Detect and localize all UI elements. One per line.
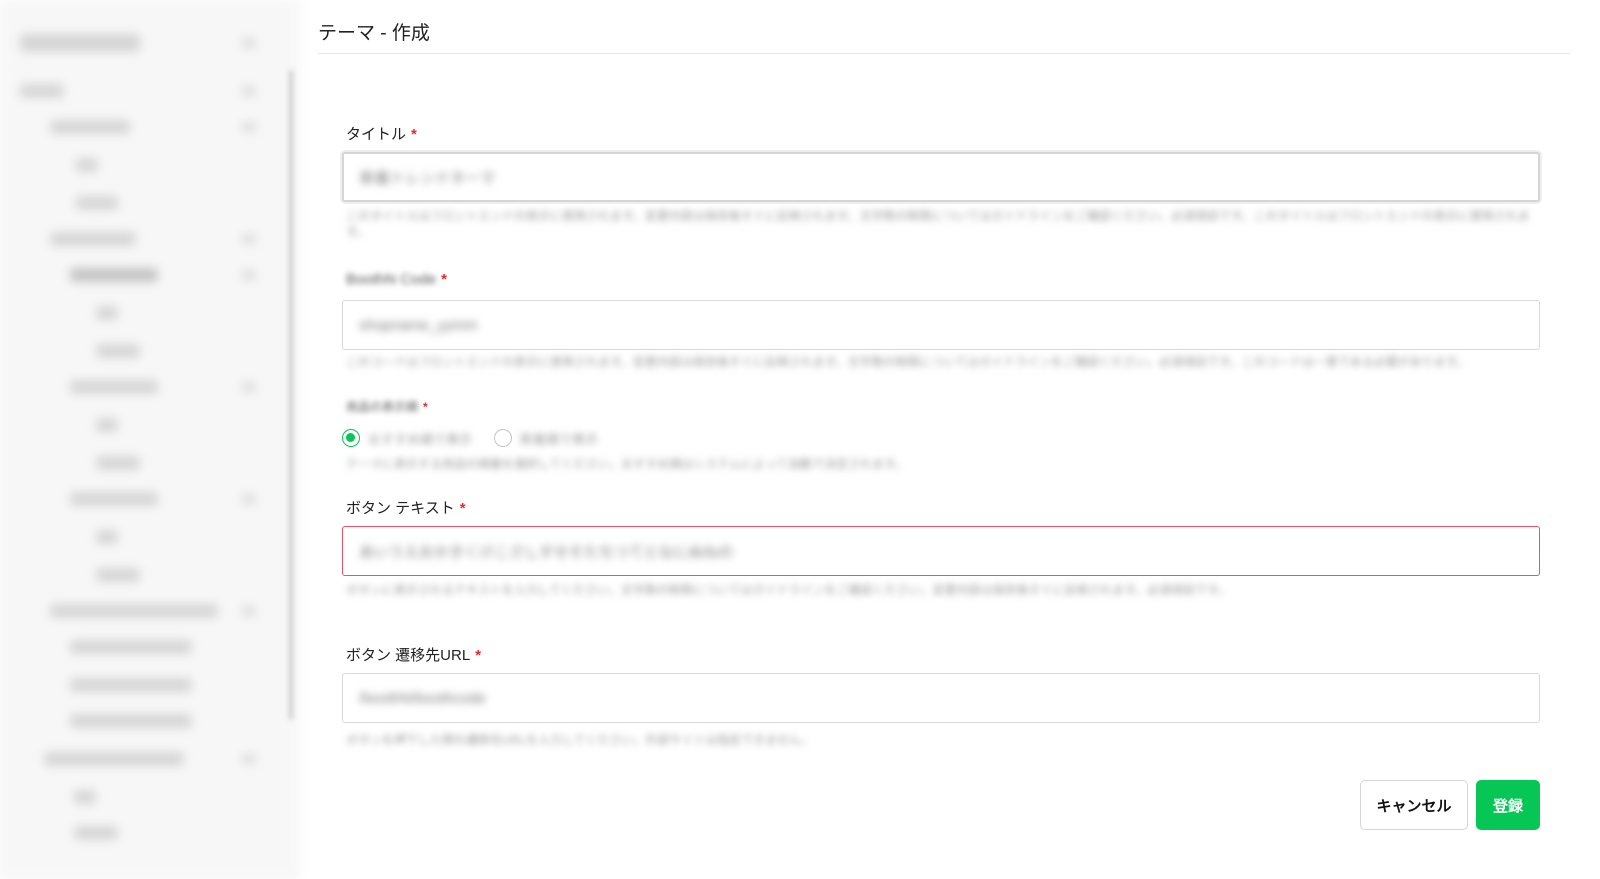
- sidebar-item[interactable]: [70, 678, 192, 692]
- required-mark: *: [411, 126, 417, 143]
- sidebar-item[interactable]: [20, 84, 64, 98]
- sidebar-item[interactable]: [96, 418, 118, 432]
- title-hint: このタイトルはフロントエンドの表示に使用されます。変更内容は保存後すぐに反映され…: [346, 209, 1530, 239]
- sidebar-item[interactable]: [96, 568, 140, 582]
- chevron-down-icon: [242, 606, 256, 616]
- title-label-text: タイトル: [346, 126, 407, 143]
- sidebar-item[interactable]: [96, 344, 140, 358]
- code-input-value: shopname_yymm: [359, 316, 478, 334]
- title-divider: [318, 53, 1570, 54]
- chevron-down-icon: [242, 754, 256, 764]
- button-url-input-value: /boothN/boothcode: [359, 689, 486, 707]
- sidebar-item[interactable]: [70, 640, 192, 654]
- submit-button[interactable]: 登録: [1476, 780, 1540, 830]
- sidebar-item[interactable]: [50, 232, 136, 246]
- sidebar-item[interactable]: [76, 196, 118, 210]
- radio-option-1[interactable]: [342, 429, 360, 447]
- sidebar-item[interactable]: [44, 752, 184, 766]
- sidebar-logo[interactable]: [20, 34, 140, 52]
- button-text-input[interactable]: あいうえおかきくけこさしすせそたちつてとなにぬねの: [342, 526, 1540, 576]
- chevron-down-icon: [242, 234, 256, 244]
- sidebar-item-active[interactable]: [70, 268, 158, 282]
- title-input-value: 新着トレンドネーマ: [360, 169, 496, 187]
- chevron-down-icon: [242, 494, 256, 504]
- display-hint: テーマに表示する商品の順番を選択してください。おすすめ順はシステムによって自動で…: [346, 457, 907, 471]
- sidebar-item[interactable]: [96, 306, 118, 320]
- display-label: 商品の表示順 *: [346, 398, 428, 415]
- sidebar-item[interactable]: [50, 120, 130, 134]
- sidebar-collapse-icon[interactable]: [242, 38, 256, 48]
- sidebar-item[interactable]: [70, 492, 158, 506]
- required-mark: *: [459, 500, 466, 517]
- chevron-down-icon: [242, 270, 256, 280]
- button-url-label-text: ボタン 遷移先URL: [346, 647, 471, 664]
- sidebar-scrollbar[interactable]: [288, 70, 294, 720]
- button-url-label: ボタン 遷移先URL *: [346, 644, 481, 665]
- page-title: テーマ - 作成: [318, 23, 430, 44]
- chevron-down-icon: [242, 122, 256, 132]
- chevron-down-icon: [242, 382, 256, 392]
- required-mark: *: [475, 647, 482, 664]
- title-input[interactable]: 新着トレンドネーマ: [342, 152, 1540, 202]
- cancel-button[interactable]: キャンセル: [1360, 780, 1468, 830]
- code-input[interactable]: shopname_yymm: [342, 300, 1540, 350]
- sidebar-item[interactable]: [74, 826, 118, 840]
- sidebar-item[interactable]: [76, 158, 98, 172]
- radio-option-2-label[interactable]: 新着順で表示: [520, 429, 598, 448]
- sidebar-item[interactable]: [96, 456, 140, 470]
- chevron-down-icon: [242, 86, 256, 96]
- title-label: タイトル *: [346, 123, 417, 144]
- sidebar-item[interactable]: [74, 790, 96, 804]
- radio-option-1-label[interactable]: おすすめ順で表示: [368, 429, 472, 448]
- sidebar: [0, 0, 299, 879]
- button-text-label: ボタン テキスト *: [346, 497, 466, 518]
- display-label-text: 商品の表示順: [346, 400, 419, 414]
- main-content: テーマ - 作成 タイトル * 新着トレンドネーマ このタイトルはフロントエンドの…: [318, 0, 1600, 879]
- code-hint: このコードはフロントエンドの表示に使用されます。変更内容は保存後すぐに反映されま…: [346, 355, 1469, 369]
- button-url-hint: ボタンを押下した際の遷移先URLを入力してください。外部サイトは指定できません。: [346, 733, 813, 747]
- radio-option-2[interactable]: [494, 429, 513, 447]
- required-mark: *: [423, 400, 428, 414]
- required-mark: *: [441, 271, 447, 288]
- display-radio-group: おすすめ順で表示 新着順で表示: [342, 426, 620, 450]
- button-url-input[interactable]: /boothN/boothcode: [342, 673, 1540, 723]
- sidebar-item[interactable]: [96, 530, 118, 544]
- sidebar-item[interactable]: [70, 380, 158, 394]
- sidebar-item[interactable]: [70, 714, 192, 728]
- code-label: BoothN Code *: [346, 271, 447, 288]
- button-text-label-text: ボタン テキスト: [346, 500, 455, 517]
- button-text-hint: ボタンに表示されるテキストを入力してください。文字数の制限についてはガイドライン…: [346, 583, 1230, 597]
- code-label-text: BoothN Code: [346, 271, 437, 288]
- sidebar-item[interactable]: [50, 604, 218, 618]
- button-text-input-value: あいうえおかきくけこさしすせそたちつてとなにぬねの: [359, 543, 734, 561]
